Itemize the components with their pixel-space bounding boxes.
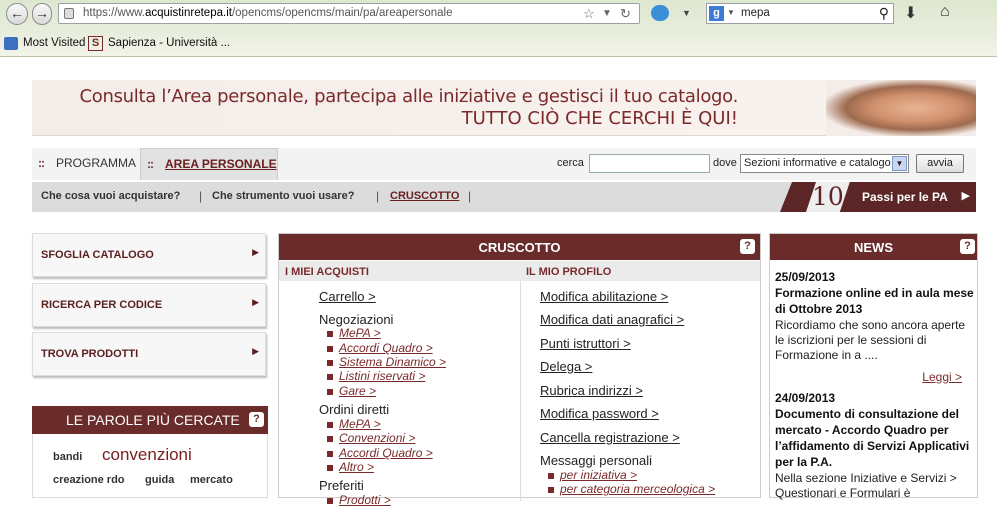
bookmark-sapienza[interactable]: Sapienza - Università ...	[108, 37, 230, 49]
messaggi-categoria-link[interactable]: per categoria merceologica >	[560, 482, 715, 496]
read-more-link[interactable]: Leggi >	[922, 370, 962, 384]
punti-istruttori-link[interactable]: Punti istruttori >	[540, 336, 631, 351]
addon-icon[interactable]	[651, 5, 669, 21]
address-bar[interactable]: https://www.acquistinretepa.it/opencms/o…	[58, 3, 640, 24]
negoziazioni-gare-link[interactable]: Gare >	[339, 384, 376, 398]
chevron-right-icon: ▶	[252, 247, 259, 257]
arrow-right-icon[interactable]: →	[32, 3, 52, 25]
grid-dots-icon: ::	[147, 157, 154, 171]
negoziazioni-mepa-link[interactable]: MePA >	[339, 326, 381, 340]
dropdown-icon[interactable]: ▼	[682, 8, 691, 18]
arrow-left-icon[interactable]: ←	[6, 3, 28, 25]
subnav-cosa-acquistare[interactable]: Che cosa vuoi acquistare?	[41, 190, 180, 202]
news-title-link[interactable]: Documento di consultazione del mercato -…	[775, 406, 975, 470]
ordini-label: Ordini diretti	[319, 402, 390, 417]
chevron-right-icon: ▶	[252, 346, 259, 356]
news-summary: Ricordiamo che sono ancora aperte le isc…	[775, 318, 966, 362]
dropdown-icon[interactable]: ▼	[602, 8, 612, 19]
browser-toolbar: ← → https://www.acquistinretepa.it/openc…	[0, 0, 997, 57]
popular-searches-header: LE PAROLE PIÙ CERCATE ?	[32, 406, 268, 434]
messaggi-label: Messaggi personali	[540, 453, 653, 468]
ordini-convenzioni-link[interactable]: Convenzioni >	[339, 431, 415, 445]
cruscotto-header: CRUSCOTTO ?	[279, 234, 760, 260]
ordini-altro-link[interactable]: Altro >	[339, 460, 374, 474]
negoziazioni-listini-link[interactable]: Listini riservati >	[339, 369, 425, 383]
rubrica-indirizzi-link[interactable]: Rubrica indirizzi >	[540, 383, 643, 398]
tab-area-personale[interactable]: :: AREA PERSONALE	[140, 148, 278, 180]
modifica-anagrafici-link[interactable]: Modifica dati anagrafici >	[540, 312, 684, 327]
sidebar-item-sfoglia-catalogo[interactable]: SFOGLIA CATALOGO ▶	[32, 233, 266, 277]
url-text: https://www.acquistinretepa.it/opencms/o…	[83, 7, 453, 19]
acquisti-heading: I MIEI ACQUISTI	[279, 261, 520, 281]
home-icon[interactable]: ⌂	[940, 3, 950, 21]
reload-icon[interactable]: ↻	[620, 6, 631, 22]
tab-programma[interactable]: :: PROGRAMMA	[32, 148, 140, 180]
modifica-abilitazione-link[interactable]: Modifica abilitazione >	[540, 289, 668, 304]
tag-link[interactable]: guida	[145, 474, 174, 486]
tag-link[interactable]: bandi	[53, 451, 82, 463]
search-input[interactable]: g ▼ mepa ⚲	[706, 3, 894, 24]
news-header: NEWS ?	[770, 234, 977, 260]
scope-select[interactable]: Sezioni informative e catalogo ▼	[740, 154, 909, 173]
preferiti-prodotti-link[interactable]: Prodotti >	[339, 493, 391, 507]
search-button[interactable]: avvia	[916, 154, 964, 173]
delega-link[interactable]: Delega >	[540, 359, 592, 374]
sidebar-item-ricerca-codice[interactable]: RICERCA PER CODICE ▶	[32, 283, 266, 327]
news-panel: NEWS ? 25/09/2013 Formazione online ed i…	[769, 233, 978, 500]
chevron-right-icon: ▶	[961, 190, 970, 202]
tag-link[interactable]: mercato	[190, 474, 233, 486]
modifica-password-link[interactable]: Modifica password >	[540, 406, 659, 421]
news-summary: Nella sezione Iniziative e Servizi > Que…	[775, 471, 957, 500]
bookmark-most-visited[interactable]: Most Visited	[23, 37, 85, 49]
sapienza-icon: S	[88, 36, 103, 51]
negoziazioni-label: Negoziazioni	[319, 312, 394, 327]
preferiti-label: Preferiti	[319, 478, 364, 493]
google-icon[interactable]: g	[709, 6, 724, 21]
tag-link[interactable]: creazione rdo	[53, 474, 125, 486]
subnav-strumento[interactable]: Che strumento vuoi usare?	[212, 190, 354, 202]
cancella-registrazione-link[interactable]: Cancella registrazione >	[540, 430, 680, 445]
sidebar-item-trova-prodotti[interactable]: TROVA PRODOTTI ▶	[32, 332, 266, 376]
download-arrow-icon[interactable]: ⬇	[904, 3, 917, 23]
cruscotto-panel: CRUSCOTTO ? I MIEI ACQUISTI IL MIO PROFI…	[278, 233, 761, 507]
tag-link[interactable]: convenzioni	[102, 445, 192, 465]
chevron-down-icon: ▼	[727, 8, 735, 17]
promo-banner[interactable]: Consulta l’Area personale, partecipa all…	[32, 80, 976, 136]
ordini-mepa-link[interactable]: MePA >	[339, 417, 381, 431]
carrello-link[interactable]: Carrello >	[319, 289, 376, 304]
main-nav: :: PROGRAMMA :: AREA PERSONALE cerca dove …	[32, 148, 976, 180]
folder-icon	[4, 37, 18, 50]
passi-pa-button[interactable]: 10 Passi per le PA ▶	[780, 182, 976, 212]
lock-icon	[64, 8, 74, 19]
sub-nav: Che cosa vuoi acquistare? | Che strument…	[32, 182, 976, 212]
search-icon[interactable]: ⚲	[879, 5, 889, 22]
negoziazioni-sistema-link[interactable]: Sistema Dinamico >	[339, 355, 446, 369]
grid-dots-icon: ::	[38, 156, 45, 170]
ordini-accordi-link[interactable]: Accordi Quadro >	[339, 446, 433, 460]
site-search-input[interactable]	[589, 154, 710, 173]
help-icon[interactable]: ?	[249, 412, 264, 427]
chevron-right-icon: ▶	[252, 297, 259, 307]
scope-label: dove	[713, 157, 737, 169]
help-icon[interactable]: ?	[740, 239, 755, 254]
woman-photo	[826, 80, 976, 136]
news-title-link[interactable]: Formazione online ed in aula mese di Ott…	[775, 285, 975, 317]
tag-cloud: bandi convenzioni creazione rdo guida me…	[32, 434, 268, 498]
bookmarks-bar: Most Visited S Sapienza - Università ...	[0, 33, 997, 55]
subnav-cruscotto[interactable]: CRUSCOTTO	[390, 190, 459, 202]
chevron-down-icon: ▼	[892, 156, 907, 171]
news-date: 25/09/2013	[775, 270, 836, 284]
star-icon[interactable]: ☆	[583, 6, 595, 22]
news-date: 24/09/2013	[775, 391, 836, 405]
profilo-heading: IL MIO PROFILO	[520, 261, 760, 281]
negoziazioni-accordi-link[interactable]: Accordi Quadro >	[339, 341, 433, 355]
messaggi-iniziativa-link[interactable]: per iniziativa >	[560, 468, 637, 482]
search-label: cerca	[557, 157, 584, 169]
help-icon[interactable]: ?	[960, 239, 975, 254]
